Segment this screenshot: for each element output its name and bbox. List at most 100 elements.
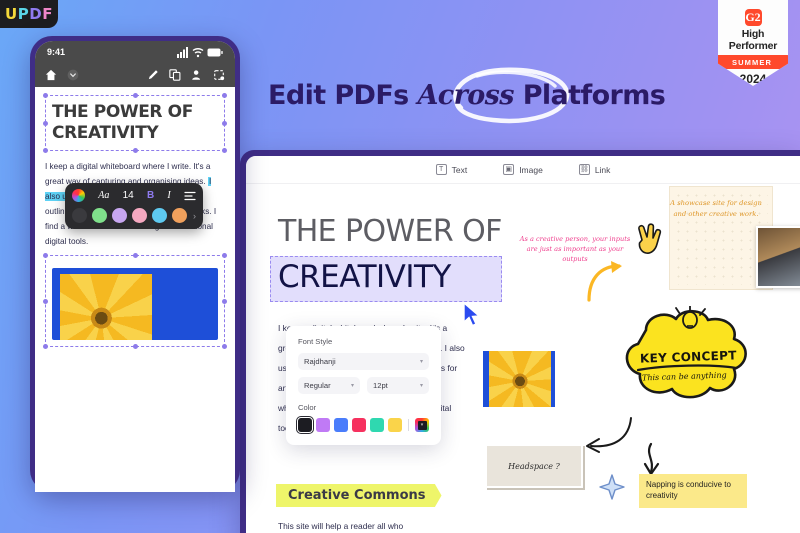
key-concept-cloud: KEY CONCEPT This can be anything [616,305,754,402]
font-style-popup[interactable]: Font Style Rajdhanji ▾ Regular ▾ 12pt ▾ … [286,326,441,445]
wifi-icon [192,48,204,58]
signal-icon [177,47,188,58]
status-time: 9:41 [47,47,66,57]
toolbar-left-group [45,69,79,81]
sunflower-photo-small [483,351,555,407]
updf-logo: UPDF [0,0,58,28]
swatch-dark[interactable] [72,208,87,223]
text-tool-icon: T [435,164,447,175]
badge-title-line1: High [741,28,765,40]
color-swatch-purple[interactable] [316,418,330,432]
font-size-value: 12pt [373,381,388,390]
creative-commons-tag: Creative Commons [276,484,442,507]
share-person-icon[interactable] [191,69,203,81]
chevron-down-icon: ▾ [419,383,423,389]
crop-icon[interactable] [213,69,225,81]
more-colors-chevron-icon[interactable]: › [193,211,196,221]
phone-image-selection[interactable] [43,253,227,349]
headspace-note: Headspace ? [485,444,583,488]
phone-toolbar [35,63,235,87]
badge-shield: G2 High Performer SUMMER 2024 [718,0,788,86]
phone-title-line1: THE POWER OF [52,102,193,122]
swatch-green[interactable] [92,208,107,223]
phone-status-bar: 9:41 [35,41,235,63]
swatch-orange[interactable] [172,208,187,223]
chevron-down-icon[interactable] [67,69,79,81]
tool-text-label: Text [451,164,468,175]
headline-emphasis: Across [417,80,514,111]
tablet-toolbar: T Text ▣ Image ⛓ Link [246,156,800,184]
copy-page-icon[interactable] [169,69,181,81]
tablet-screen: T Text ▣ Image ⛓ Link THE POWER OF CREAT… [246,156,800,533]
headline-part1: Edit PDFs [268,80,418,111]
badge-title: High Performer [728,28,778,52]
badge-title-line2: Performer [728,39,778,52]
pen-icon[interactable] [147,69,159,81]
align-icon[interactable] [184,191,196,201]
document-title-selected[interactable]: CREATIVITY [278,259,451,295]
g2-badge: G2 High Performer SUMMER 2024 [718,0,788,86]
arrow-down-icon [643,442,660,476]
font-size-value[interactable]: 14 [123,190,134,201]
chevron-down-icon: ▾ [419,359,423,365]
link-tool-icon: ⛓ [578,164,590,175]
badge-season: SUMMER [718,55,788,69]
color-swatch-list: ▾ [295,415,429,435]
whiteboard-canvas: A showcase site for design and other cre… [471,186,800,533]
tool-image-label: Image [519,164,543,175]
phone-screen: 9:41 THE POWER OF CREATIVITY I keep a di… [35,41,235,492]
phone-title-line2: CREATIVITY [52,123,159,143]
format-row-colors: › [72,208,196,223]
phone-sunflower-image [52,268,218,340]
color-swatch-teal[interactable] [370,418,384,432]
color-swatch-pink[interactable] [352,418,366,432]
color-wheel-icon[interactable] [72,189,85,202]
tool-link[interactable]: ⛓ Link [578,164,611,175]
color-swatch-black[interactable] [295,415,315,435]
creative-commons-subtext: This site will help a reader all who [278,521,404,531]
camera-photo [756,226,800,288]
color-swatch-blue[interactable] [334,418,348,432]
logo-char-p: P [17,5,30,23]
font-family-select[interactable]: Rajdhanji ▾ [298,353,429,370]
font-style-title: Font Style [298,337,333,346]
battery-icon [207,48,223,56]
peace-hand-icon [638,223,662,254]
status-indicators [177,46,223,58]
mobile-format-toolbar[interactable]: Aa 14 B I › [65,183,203,229]
font-family-value: Rajdhanji [304,357,336,366]
home-icon[interactable] [45,69,57,81]
italic-button[interactable]: I [167,190,170,201]
g2-logo-icon: G2 [744,9,762,26]
font-weight-select[interactable]: Regular ▾ [298,377,360,394]
napping-note: Napping is conducive to creativity [639,474,747,508]
color-swatch-yellow[interactable] [388,418,402,432]
tool-text[interactable]: T Text [435,164,468,175]
format-row-primary: Aa 14 B I [72,189,196,202]
font-style-button[interactable]: Aa [98,190,109,201]
phone-document-title: THE POWER OF CREATIVITY [52,102,218,144]
logo-char-u: U [5,5,18,23]
logo-char-d: D [29,5,43,23]
chevron-down-icon: ▾ [350,383,354,389]
page-headline: Edit PDFs Across Platforms [268,67,688,124]
rainbow-color-picker-icon[interactable]: ▾ [415,418,429,432]
tool-image[interactable]: ▣ Image [503,164,543,175]
swatch-skyblue[interactable] [152,208,167,223]
swatch-lavender[interactable] [112,208,127,223]
font-size-select[interactable]: 12pt ▾ [367,377,429,394]
phone-device: 9:41 THE POWER OF CREATIVITY I keep a di… [30,36,240,492]
headline-text: Edit PDFs Across Platforms [268,80,688,111]
curved-arrow-down-left-icon [586,417,632,453]
document-title[interactable]: THE POWER OF [278,214,502,250]
color-label: Color [298,403,317,412]
tool-link-label: Link [594,164,611,175]
logo-char-f: F [42,5,53,23]
swatch-pink[interactable] [132,208,147,223]
bold-button[interactable]: B [147,190,154,201]
tablet-device: T Text ▣ Image ⛓ Link THE POWER OF CREAT… [240,150,800,533]
divider [408,419,409,431]
curved-arrow-up-icon [587,261,622,302]
phone-title-selection[interactable]: THE POWER OF CREATIVITY [43,93,227,153]
font-weight-value: Regular [304,381,331,390]
